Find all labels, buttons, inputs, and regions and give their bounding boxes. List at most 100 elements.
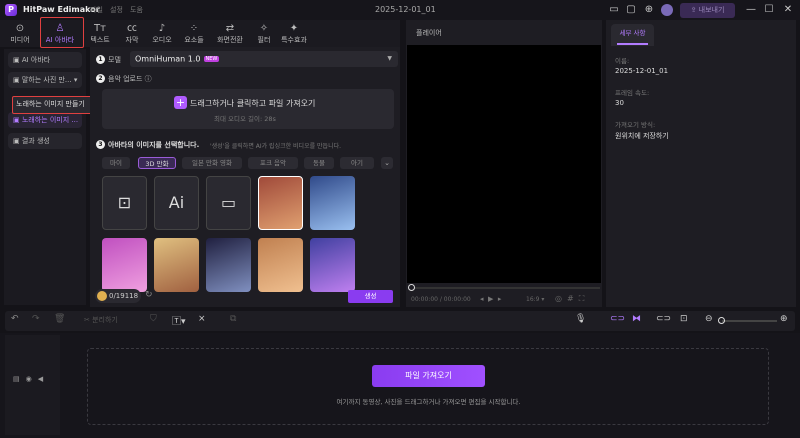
tab-label: 자막	[125, 36, 139, 44]
marker-icon[interactable]: ⛉	[150, 314, 157, 324]
generate-button[interactable]: 생성	[348, 290, 393, 303]
eye-icon[interactable]: ◉	[26, 375, 38, 383]
sidebar-item-talking-photo[interactable]: ▣ 말하는 사진 만... ▾	[8, 72, 82, 88]
zoom-slider[interactable]	[722, 320, 777, 322]
track-icon[interactable]: ▤	[13, 375, 26, 383]
avatar-thumbnail[interactable]	[310, 176, 355, 230]
detail-value: 원위치에 저장하기	[615, 132, 669, 140]
avatar-thumbnail[interactable]	[258, 176, 303, 230]
zoom-out-icon[interactable]: ⊖	[705, 314, 713, 324]
link-icon[interactable]: ⊂⊃	[610, 314, 625, 324]
category-chip[interactable]: 아기	[340, 157, 374, 169]
upload-image-button[interactable]: ⊡	[102, 176, 147, 230]
download-icon[interactable]: ⊕	[643, 4, 655, 16]
next-frame-icon[interactable]: ▸	[498, 295, 502, 303]
avatar-thumbnail[interactable]	[154, 238, 199, 292]
sidebar-item-label: 말하는 사진 만...	[21, 76, 72, 84]
avatar[interactable]	[661, 4, 673, 16]
sidebar-item-singing-image[interactable]: ▣ 노래하는 이미지 ...	[8, 112, 82, 128]
progress-slider[interactable]	[410, 287, 600, 289]
player-title: 플레이어	[416, 29, 442, 37]
tab-label: 화면전환	[217, 36, 243, 44]
remove-silence-icon[interactable]: ⨯	[198, 314, 206, 324]
zoom-in-icon[interactable]: ⊕	[780, 314, 788, 324]
undo-icon[interactable]: ↶	[11, 314, 19, 324]
speaker-icon[interactable]: ◀	[38, 375, 49, 383]
track-controls: ▤◉◀	[13, 375, 49, 383]
detail-label: 가져오기 방식:	[615, 121, 656, 129]
split-button[interactable]: ✂ 분리하기	[84, 315, 118, 325]
minimize-icon[interactable]: —	[745, 4, 757, 16]
detail-label: 이름:	[615, 57, 630, 65]
model-dropdown[interactable]: OmniHuman 1.0 NEW ▼	[130, 51, 398, 67]
avatar-thumbnail[interactable]	[206, 238, 251, 292]
category-chip[interactable]: 3D 만화	[138, 157, 176, 169]
close-icon[interactable]: ✕	[782, 4, 794, 16]
app-logo-icon: P	[5, 4, 17, 16]
music-upload-text: 음악 업로드	[108, 75, 143, 83]
grid-icon[interactable]: #	[567, 294, 579, 303]
time-display: 00:00:00 / 00:00:00	[411, 296, 471, 303]
elements-icon: ⁘	[189, 23, 199, 34]
ripple-icon[interactable]: ⊂⊃	[656, 314, 671, 324]
layout-icon[interactable]: ▭	[608, 4, 620, 16]
expand-categories-button[interactable]: ⌄	[381, 157, 393, 169]
camera-button[interactable]: ▭	[206, 176, 251, 230]
import-file-button[interactable]: 파일 가져오기	[372, 365, 485, 387]
sidebar-item-ai-avatar[interactable]: ▣ AI 아바타	[8, 52, 82, 68]
detail-value: 30	[615, 99, 624, 107]
aspect-ratio-dropdown[interactable]: 16:9 ▾	[526, 296, 544, 303]
tab-effects[interactable]: ✦ 특수효과	[274, 22, 314, 45]
ai-image-button[interactable]: Ai	[154, 176, 199, 230]
coin-icon	[97, 291, 107, 301]
folder-icon: ▣	[13, 137, 22, 145]
category-chip[interactable]: 마이	[102, 157, 130, 169]
tab-label: 미디어	[10, 36, 30, 44]
plus-icon: +	[174, 96, 187, 109]
snap-icon[interactable]: ⧓	[632, 314, 641, 324]
snapshot-icon[interactable]: ◎	[555, 294, 567, 303]
export-button[interactable]: ⇪ 내보내기	[680, 3, 735, 18]
tab-elements[interactable]: ⁘ 요소들	[174, 22, 214, 45]
fit-icon[interactable]: ⊡	[680, 314, 688, 324]
info-icon[interactable]: ⓘ	[145, 75, 152, 83]
effects-icon: ✦	[289, 23, 299, 34]
step-2-icon: 2	[96, 74, 105, 83]
microphone-icon[interactable]: 🎙	[575, 314, 586, 324]
photo-icon: ▣	[13, 76, 22, 84]
track-header	[5, 335, 60, 435]
app-title: HitPaw Edimakor	[23, 5, 100, 14]
playback-controls: ◂ ▶ ▸	[480, 295, 501, 303]
menu-file[interactable]: 파일	[90, 5, 103, 15]
fullscreen-icon[interactable]: ⛶	[579, 294, 590, 303]
menu-settings[interactable]: 설정	[110, 5, 123, 15]
tab-label: 필터	[257, 36, 271, 44]
tab-underline	[617, 43, 648, 45]
zoom-handle[interactable]	[718, 317, 725, 324]
tab-label: 오디오	[152, 36, 172, 44]
sidebar-item-results[interactable]: ▣ 결과 생성	[8, 133, 82, 149]
step-1-icon: 1	[96, 55, 105, 64]
category-chip[interactable]: 포크 음악	[248, 157, 298, 169]
maximize-icon[interactable]: ☐	[763, 4, 775, 16]
avatar-thumbnail[interactable]	[310, 238, 355, 292]
redo-icon[interactable]: ↷	[32, 314, 40, 324]
crop-icon[interactable]: ⧉	[230, 314, 236, 324]
prev-frame-icon[interactable]: ◂	[480, 295, 484, 303]
delete-icon[interactable]: 🗑	[54, 314, 65, 324]
tab-media[interactable]: ⊙ 미디어	[0, 22, 40, 45]
menu-help[interactable]: 도움	[130, 5, 143, 15]
progress-handle[interactable]	[408, 284, 415, 291]
tab-label: 특수효과	[281, 36, 307, 44]
play-icon[interactable]: ▶	[488, 295, 493, 303]
export-label: 내보내기	[698, 6, 725, 14]
avatar-thumbnail[interactable]	[102, 238, 147, 292]
feedback-icon[interactable]: ▢	[625, 4, 637, 16]
upload-dropzone[interactable]	[102, 89, 394, 129]
text-tool-icon[interactable]: 🅃▾	[172, 314, 186, 327]
category-chip[interactable]: 동물	[304, 157, 334, 169]
avatar-thumbnail[interactable]	[258, 238, 303, 292]
refresh-icon[interactable]: ↻	[145, 290, 153, 300]
category-chip[interactable]: 일본 만화 영화	[182, 157, 242, 169]
media-icon: ⊙	[15, 23, 25, 34]
